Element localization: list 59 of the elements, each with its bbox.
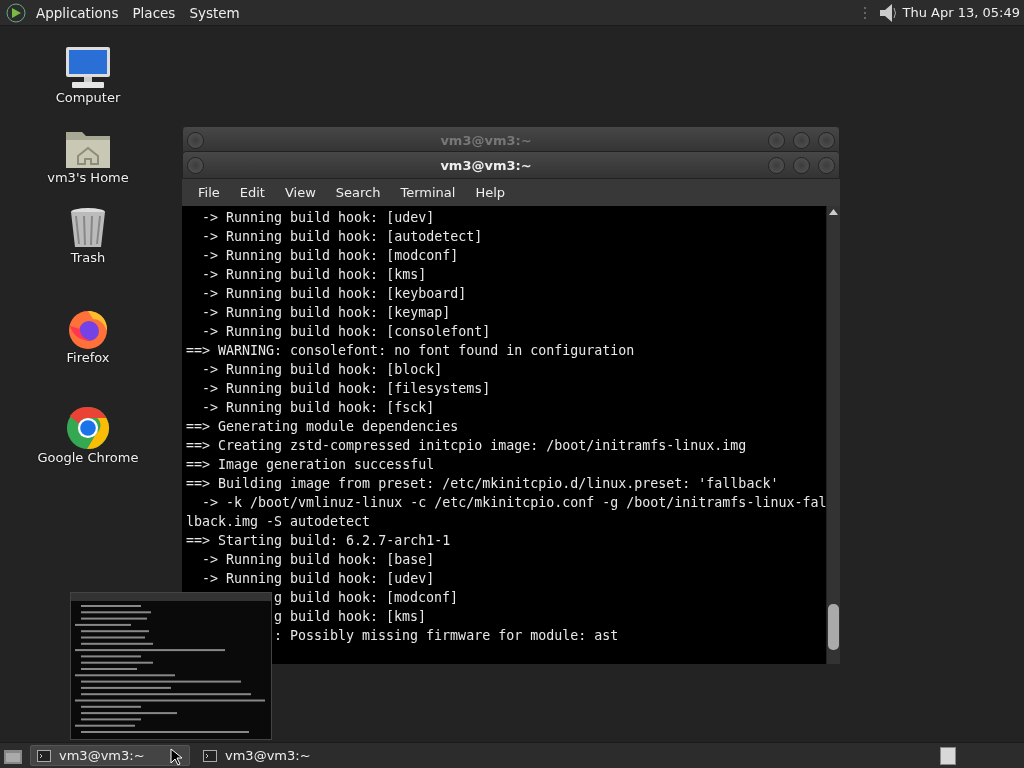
taskbar-button[interactable]: vm3@vm3:~ <box>196 745 356 766</box>
desktop-icon-label[interactable]: Firefox <box>66 350 110 365</box>
panel-menu[interactable]: Applications <box>31 4 124 21</box>
window-menu-button[interactable] <box>187 156 204 174</box>
menu-logo-icon[interactable] <box>5 1 27 24</box>
workspace-switcher[interactable] <box>940 746 956 765</box>
window-title: vm3@vm3:~ <box>439 132 533 148</box>
terminal-line: -> Running build hook: [keymap] <box>201 304 451 322</box>
maximize-button[interactable] <box>793 156 810 174</box>
monitor-icon <box>64 46 112 90</box>
minimize-button[interactable] <box>768 131 785 149</box>
mouse-cursor-icon <box>170 748 182 766</box>
terminal-line: -> Running build hook: [kms] <box>201 266 427 284</box>
desktop-icon-label[interactable]: vm3's Home <box>47 170 129 185</box>
terminal-line: -> Running build hook: [autodetect] <box>201 228 483 246</box>
terminal-icon <box>203 749 217 762</box>
terminal-icon <box>37 749 51 762</box>
window-title: vm3@vm3:~ <box>439 157 533 173</box>
terminal-line: -> Running build hook: [udev] <box>201 209 435 227</box>
terminal-line: ==> Generating module dependencies <box>186 418 459 436</box>
desktop-icon-label[interactable]: Computer <box>55 90 121 105</box>
terminal-line: -> -k /boot/vmlinuz-linux -c /etc/mkinitcpio.conf -g /boot/initramfs-linux-fal <box>201 494 826 512</box>
terminal-line: g build hook: [kms] <box>274 608 427 626</box>
terminal-line: ==> WARNING: consolefont: no font found in configuration <box>186 342 635 360</box>
taskbar-button[interactable]: vm3@vm3:~ <box>30 745 190 766</box>
panel-menu[interactable]: Places <box>127 4 181 21</box>
terminal-line: ==> Building image from preset: /etc/mkinitcpio.d/linux.preset: 'fallback' <box>186 475 779 493</box>
terminal-line: -> Running build hook: [block] <box>201 361 443 379</box>
menu-item[interactable]: Help <box>465 185 516 200</box>
scrollbar-thumb[interactable] <box>828 604 839 650</box>
terminal-line: -> Running build hook: [filesystems] <box>201 380 491 398</box>
terminal-line: -> Running build hook: [consolefont] <box>201 323 491 341</box>
terminal-line: -> Running build hook: [fsck] <box>201 399 435 417</box>
menu-item[interactable]: Search <box>325 185 391 200</box>
terminal-line: : Possibly missing firmware for module: ast <box>274 627 619 645</box>
terminal-line: -> Running build hook: [udev] <box>201 570 435 588</box>
terminal-line: ==> Image generation successful <box>186 456 435 474</box>
menu-item[interactable]: Terminal <box>390 185 466 200</box>
minimize-button[interactable] <box>768 156 785 174</box>
close-button[interactable] <box>818 131 835 149</box>
terminal-line: -> Running build hook: [keyboard] <box>201 285 467 303</box>
desktop-icon-label[interactable]: Google Chrome <box>37 450 139 465</box>
clock[interactable]: Thu Apr 13, 05:49 <box>902 5 1020 20</box>
terminal-line: -> Running build hook: [base] <box>201 551 435 569</box>
window-menu-button[interactable] <box>187 131 204 149</box>
terminal-line: ==> Starting build: 6.2.7-arch1-1 <box>186 532 451 550</box>
menu-item[interactable]: Edit <box>229 185 275 200</box>
close-button[interactable] <box>818 156 835 174</box>
panel-menu[interactable]: System <box>184 4 245 21</box>
terminal-line: lback.img -S autodetect <box>186 513 371 531</box>
terminal-line: g build hook: [modconf] <box>274 589 459 607</box>
chrome-icon <box>64 406 112 450</box>
maximize-button[interactable] <box>793 131 810 149</box>
scroll-up-icon[interactable] <box>828 208 839 216</box>
terminal-line: -> Running build hook: [modconf] <box>201 247 459 265</box>
menu-item[interactable]: File <box>188 185 230 200</box>
menu-item[interactable]: View <box>274 185 326 200</box>
desktop-icon-label[interactable]: Trash <box>70 250 106 265</box>
terminal-line: ==> Creating zstd-compressed initcpio image: /boot/initramfs-linux.img <box>186 437 747 455</box>
